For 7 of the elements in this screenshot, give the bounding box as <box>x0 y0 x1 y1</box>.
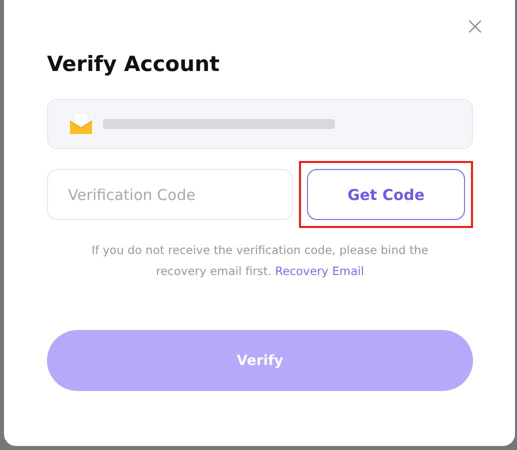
verification-code-field[interactable]: Verification Code <box>47 169 293 220</box>
envelope-icon <box>69 113 93 135</box>
close-button[interactable]: × <box>465 14 485 38</box>
recovery-email-link[interactable]: Recovery Email <box>275 264 364 278</box>
help-text: If you do not receive the verification code, please bind the recovery email first. Recovery Email <box>90 242 430 280</box>
get-code-button[interactable]: Get Code <box>307 169 465 220</box>
dialog-title: Verify Account <box>47 52 221 78</box>
